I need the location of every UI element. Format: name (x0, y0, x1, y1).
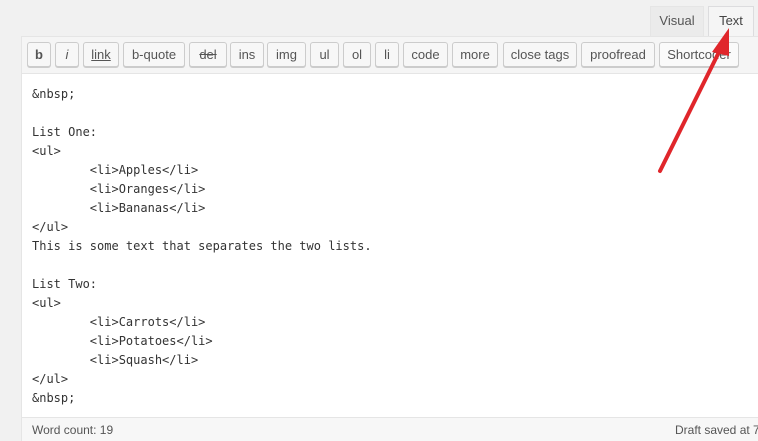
more-button[interactable]: more (452, 42, 498, 67)
code-button[interactable]: code (403, 42, 448, 67)
bold-button[interactable]: b (27, 42, 51, 67)
img-button[interactable]: img (267, 42, 306, 67)
editor-page: Visual Text b i link b-quote del ins img… (0, 0, 758, 441)
ol-button[interactable]: ol (343, 42, 371, 67)
italic-button[interactable]: i (55, 42, 79, 67)
li-button[interactable]: li (375, 42, 399, 67)
proofread-button[interactable]: proofread (581, 42, 655, 67)
ul-button[interactable]: ul (310, 42, 339, 67)
shortcoder-button[interactable]: Shortcoder (659, 42, 739, 67)
tab-visual[interactable]: Visual (650, 6, 704, 36)
blockquote-button[interactable]: b-quote (123, 42, 185, 67)
word-count: Word count: 19 (32, 423, 114, 437)
tab-text[interactable]: Text (708, 6, 754, 37)
status-bar: Word count: 19 Draft saved at 7 (22, 417, 758, 441)
draft-saved-status: Draft saved at 7 (675, 423, 758, 437)
del-button[interactable]: del (189, 42, 227, 67)
editor-textarea[interactable]: &nbsp; List One: <ul> <li>Apples</li> <l… (32, 85, 372, 408)
text-editor: b i link b-quote del ins img ul ol li co… (21, 36, 758, 441)
close-tags-button[interactable]: close tags (503, 42, 577, 67)
ins-button[interactable]: ins (230, 42, 264, 67)
link-button[interactable]: link (83, 42, 119, 67)
quicktags-toolbar: b i link b-quote del ins img ul ol li co… (22, 37, 758, 74)
